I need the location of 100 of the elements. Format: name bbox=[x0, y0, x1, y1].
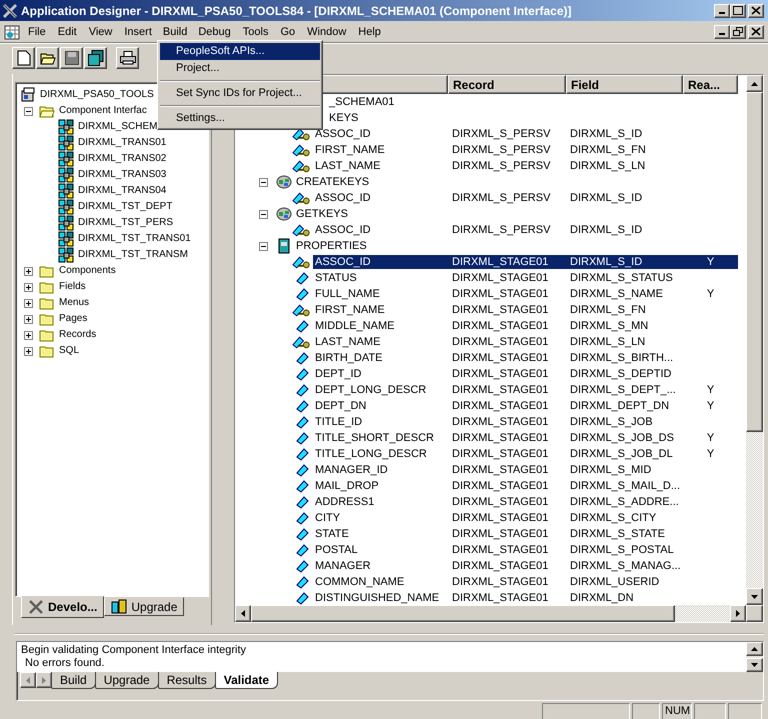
tree-item[interactable]: TITLE_ID bbox=[313, 415, 364, 429]
scroll-down-button[interactable] bbox=[746, 658, 763, 672]
tree-item[interactable]: COMMON_NAME bbox=[313, 575, 406, 589]
menu-item[interactable]: Tools bbox=[236, 24, 274, 40]
open-button[interactable] bbox=[36, 46, 59, 68]
scroll-right-button[interactable] bbox=[730, 605, 746, 622]
menu-item[interactable]: Set Sync IDs for Project... bbox=[160, 85, 320, 102]
output-tab[interactable]: Upgrade bbox=[94, 672, 159, 689]
tree-item[interactable]: SQL bbox=[57, 344, 82, 358]
output-tab[interactable]: Validate bbox=[214, 672, 278, 689]
menu-item[interactable]: PeopleSoft APIs... bbox=[160, 43, 320, 60]
tree-item[interactable]: TITLE_SHORT_DESCR bbox=[313, 431, 436, 445]
tree-item[interactable]: FULL_NAME bbox=[313, 287, 382, 301]
tree-item[interactable]: Pages bbox=[57, 312, 90, 326]
vertical-scrollbar[interactable] bbox=[746, 642, 763, 672]
tree-item[interactable]: CREATEKEYS bbox=[294, 175, 372, 189]
menu-item[interactable]: View bbox=[82, 24, 118, 40]
tree-item[interactable]: GETKEYS bbox=[294, 207, 350, 221]
expand-icon[interactable] bbox=[24, 346, 33, 356]
scroll-up-button[interactable] bbox=[746, 642, 763, 656]
tree-item[interactable]: STATE bbox=[313, 527, 351, 541]
document-icon[interactable] bbox=[4, 24, 22, 40]
menu-item[interactable]: Edit bbox=[52, 24, 83, 40]
close-button[interactable] bbox=[748, 4, 764, 18]
scroll-left-button[interactable] bbox=[235, 605, 251, 622]
output-tab[interactable]: Results bbox=[158, 672, 216, 689]
tree-item[interactable]: ASSOC_ID bbox=[313, 127, 373, 141]
tree-item[interactable]: LAST_NAME bbox=[313, 159, 382, 173]
menu-item[interactable]: Window bbox=[301, 24, 352, 40]
tree-item[interactable]: KEYS bbox=[327, 111, 360, 125]
tree-item[interactable]: DIRXML_TST_PERS bbox=[76, 216, 176, 230]
menu-item[interactable]: Settings... bbox=[160, 110, 320, 127]
expand-icon[interactable] bbox=[24, 282, 33, 292]
scroll-left-button[interactable] bbox=[20, 672, 36, 688]
restore-button[interactable] bbox=[730, 24, 746, 38]
tree-item[interactable]: DIRXML_TRANS03 bbox=[76, 168, 168, 182]
tree-item[interactable]: BIRTH_DATE bbox=[313, 351, 384, 365]
tree-item[interactable]: DIRXML_TRANS04 bbox=[76, 184, 168, 198]
save-all-button[interactable] bbox=[84, 46, 107, 68]
panel-tab[interactable]: Upgrade bbox=[104, 597, 184, 616]
new-button[interactable] bbox=[12, 46, 35, 68]
vertical-scrollbar[interactable] bbox=[746, 75, 763, 605]
panel-tab[interactable]: Develo... bbox=[21, 596, 104, 618]
menu-item[interactable]: Go bbox=[274, 24, 302, 40]
expand-icon[interactable] bbox=[24, 314, 33, 324]
expand-icon[interactable] bbox=[24, 266, 33, 276]
collapse-icon[interactable] bbox=[259, 178, 268, 186]
tree-item[interactable]: LAST_NAME bbox=[313, 335, 382, 349]
scroll-down-button[interactable] bbox=[746, 588, 763, 605]
tree-item[interactable]: MANAGER_ID bbox=[313, 463, 390, 477]
collapse-icon[interactable] bbox=[259, 210, 268, 218]
tree-item[interactable]: DEPT_LONG_DESCR bbox=[313, 383, 428, 397]
menu-item[interactable]: Debug bbox=[192, 24, 237, 40]
tree-item[interactable]: CITY bbox=[313, 511, 342, 525]
scroll-up-button[interactable] bbox=[746, 75, 763, 92]
expand-icon[interactable] bbox=[24, 298, 33, 308]
close-button[interactable] bbox=[748, 24, 764, 38]
tree-item[interactable]: TITLE_LONG_DESCR bbox=[313, 447, 429, 461]
tree-item[interactable]: Components bbox=[57, 264, 118, 278]
save-button[interactable] bbox=[60, 46, 83, 68]
tree-item[interactable]: DIRXML_TRANS01 bbox=[76, 136, 168, 150]
tree-item[interactable]: FIRST_NAME bbox=[313, 143, 387, 157]
tree-item[interactable]: ADDRESS1 bbox=[313, 495, 376, 509]
tree-item[interactable]: DISTINGUISHED_NAME bbox=[313, 591, 442, 605]
menu-item[interactable]: Project... bbox=[160, 60, 320, 77]
tree-item[interactable]: DEPT_ID bbox=[313, 367, 364, 381]
tree-item[interactable]: MIDDLE_NAME bbox=[313, 319, 396, 333]
tree-item[interactable]: DIRXML_TST_TRANS01 bbox=[76, 232, 193, 246]
output-tab[interactable]: Build bbox=[51, 672, 96, 689]
tree-item[interactable]: Component Interfac bbox=[57, 104, 149, 118]
collapse-icon[interactable] bbox=[259, 242, 268, 250]
tree-item[interactable]: ASSOC_ID bbox=[313, 191, 373, 205]
tree-item[interactable]: DIRXML_TST_TRANSM bbox=[76, 248, 190, 262]
tree-item[interactable]: DIRXML_PSA50_TOOLS bbox=[38, 88, 156, 102]
maximize-button[interactable] bbox=[730, 4, 746, 18]
tree-item[interactable]: DIRXML_SCHEM bbox=[76, 120, 160, 134]
collapse-icon[interactable] bbox=[24, 106, 33, 116]
menu-item[interactable]: File bbox=[22, 24, 52, 40]
column-header[interactable]: Field bbox=[566, 75, 683, 94]
tree-item[interactable]: Records bbox=[57, 328, 98, 342]
tree-item[interactable]: POSTAL bbox=[313, 543, 360, 557]
tree-item[interactable]: DIRXML_TST_DEPT bbox=[76, 200, 174, 214]
tree-item[interactable]: STATUS bbox=[313, 271, 359, 285]
tree-item[interactable]: DEPT_DN bbox=[313, 399, 368, 413]
tree-item[interactable]: MAIL_DROP bbox=[313, 479, 381, 493]
tree-item[interactable]: FIRST_NAME bbox=[313, 303, 387, 317]
print-button[interactable] bbox=[116, 46, 139, 68]
minimize-button[interactable] bbox=[714, 24, 730, 38]
menu-item[interactable]: Help bbox=[352, 24, 387, 40]
menu-item[interactable]: Build bbox=[158, 24, 192, 38]
tree-item[interactable]: PROPERTIES bbox=[294, 239, 369, 253]
tree-item[interactable]: ASSOC_ID bbox=[313, 255, 448, 269]
tree-item[interactable]: DIRXML_TRANS02 bbox=[76, 152, 168, 166]
minimize-button[interactable] bbox=[714, 4, 730, 18]
expand-icon[interactable] bbox=[24, 330, 33, 340]
tree-item[interactable]: _SCHEMA01 bbox=[327, 95, 396, 109]
column-header[interactable]: Rea... bbox=[683, 75, 738, 94]
tree-item[interactable]: Menus bbox=[57, 296, 92, 310]
tree-item[interactable]: MANAGER bbox=[313, 559, 373, 573]
menu-item[interactable]: Insert bbox=[118, 24, 158, 40]
